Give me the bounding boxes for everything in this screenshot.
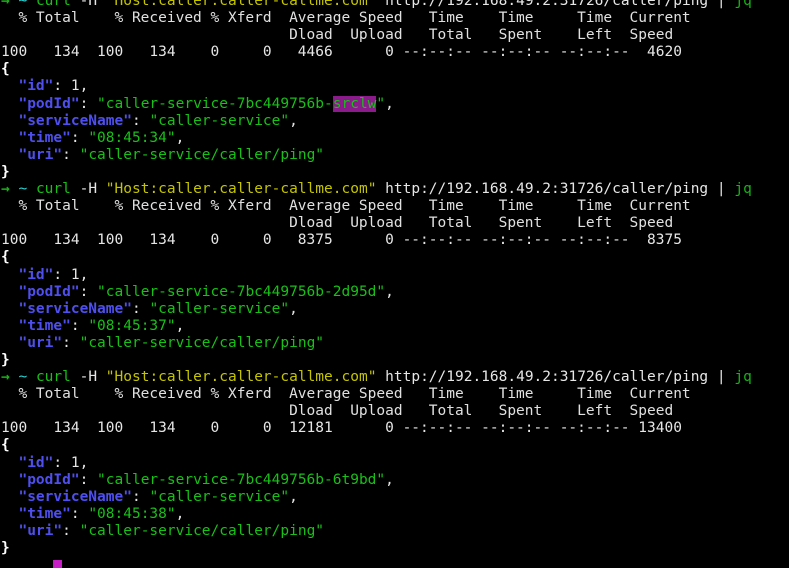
terminal-window[interactable]: } → ~ curl -H "Host:caller.caller-callme… [0,0,789,568]
json-field-uri: "uri": "caller-service/caller/ping" [18,146,325,163]
curl-progress-stats: 100 134 100 134 0 0 12181 0 --:--:-- --:… [1,420,682,437]
prompt-cwd: ~ [18,369,28,386]
command-name: curl [35,181,71,198]
pipe-symbol: | [716,0,726,9]
json-field-uri: "uri": "caller-service/caller/ping" [18,522,325,539]
command-line: → ~ curl -H "Host:caller.caller-callme.c… [0,0,789,10]
pipe-symbol: | [716,181,726,198]
curl-progress-header-row-1: % Total % Received % Xferd Average Speed… [1,198,691,215]
json-close-brace: } [1,163,10,180]
pipe-symbol: | [716,369,726,386]
prompt-arrow-icon: → [1,181,10,198]
json-field-servicename: "serviceName": "caller-service", [18,300,298,317]
json-open-brace: { [1,61,10,78]
json-field-id: "id": 1, [18,266,89,283]
prompt-arrow-icon: → [1,0,10,9]
json-field-time: "time": "08:45:37", [18,317,185,334]
pipe-target: jq [734,0,752,9]
json-field-time: "time": "08:45:38", [18,505,185,522]
command-header-arg: "Host:caller.caller-callme.com" [105,0,377,9]
json-field-podid: "podId": "caller-service-7bc449756b-6t9b… [18,471,394,488]
prompt-cwd: ~ [18,181,28,198]
pipe-target: jq [734,181,752,198]
text-cursor [53,560,62,568]
command-url: http://192.168.49.2:31726/caller/ping [385,0,709,9]
curl-progress-header-row-1: % Total % Received % Xferd Average Speed… [1,10,691,27]
pipe-target: jq [734,369,752,386]
curl-progress-header-row-2: Dload Upload Total Spent Left Speed [1,27,674,44]
command-flag: -H [79,369,98,386]
json-field-time: "time": "08:45:34", [18,129,185,146]
json-field-podid: "podId": "caller-service-7bc449756b-srcl… [18,95,394,112]
command-name: curl [35,0,71,9]
curl-progress-header-row-2: Dload Upload Total Spent Left Speed [1,215,674,232]
prompt-cwd: ~ [18,0,28,9]
json-open-brace: { [1,249,10,266]
command-flag: -H [79,0,98,9]
curl-progress-stats: 100 134 100 134 0 0 4466 0 --:--:-- --:-… [1,44,682,61]
json-field-uri: "uri": "caller-service/caller/ping" [18,334,325,351]
command-header-arg: "Host:caller.caller-callme.com" [105,181,377,198]
json-field-podid: "podId": "caller-service-7bc449756b-2d95… [18,283,394,300]
json-field-id: "id": 1, [18,454,89,471]
json-field-servicename: "serviceName": "caller-service", [18,488,298,505]
curl-progress-stats: 100 134 100 134 0 0 8375 0 --:--:-- --:-… [1,232,682,249]
curl-progress-header-row-1: % Total % Received % Xferd Average Speed… [1,386,691,403]
command-url: http://192.168.49.2:31726/caller/ping [385,181,709,198]
json-close-brace: } [1,540,10,556]
json-field-id: "id": 1, [18,78,89,95]
command-header-arg: "Host:caller.caller-callme.com" [105,369,377,386]
command-flag: -H [79,181,98,198]
command-url: http://192.168.49.2:31726/caller/ping [385,369,709,386]
prompt-arrow-icon: → [1,369,10,386]
json-close-brace: } [1,351,10,368]
command-line: → ~ curl -H "Host:caller.caller-callme.c… [0,181,789,198]
json-open-brace: { [1,437,10,454]
json-field-servicename: "serviceName": "caller-service", [18,112,298,129]
command-line: → ~ curl -H "Host:caller.caller-callme.c… [0,369,789,386]
search-highlight: srclw [332,95,377,112]
curl-progress-header-row-2: Dload Upload Total Spent Left Speed [1,403,674,420]
command-name: curl [35,369,71,386]
